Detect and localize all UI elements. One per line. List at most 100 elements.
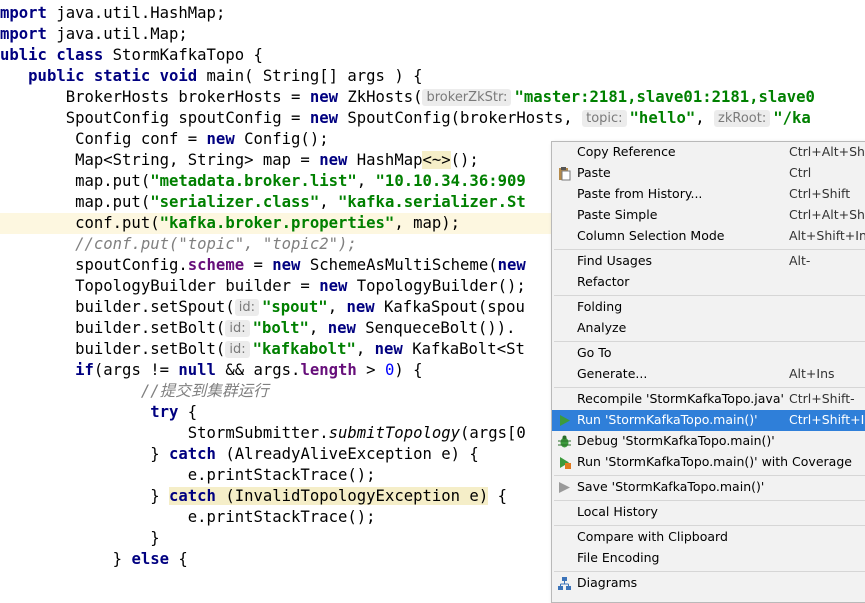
code-line[interactable]: if(args != null && args.length > 0) { — [0, 360, 422, 381]
menu-item-folding[interactable]: Folding — [552, 297, 865, 318]
code-token: "bolt" — [252, 319, 309, 337]
code-token: catch — [169, 445, 216, 463]
code-line[interactable]: //conf.put("topic", "topic2"); — [0, 234, 357, 255]
menu-item-refactor[interactable]: Refactor — [552, 272, 865, 293]
code-token: "kafka.serializer.St — [338, 193, 526, 211]
code-line[interactable]: e.printStackTrace(); — [0, 465, 376, 486]
menu-item-find-usages[interactable]: Find Usages Alt- — [552, 251, 865, 272]
code-line[interactable]: conf.put("kafka.broker.properties", map)… — [0, 213, 460, 234]
menu-item-label: Folding — [577, 299, 623, 314]
code-line[interactable]: TopologyBuilder builder = new TopologyBu… — [0, 276, 526, 297]
code-token: new — [272, 256, 301, 274]
code-token: main( String[] args ) { — [197, 67, 423, 85]
code-line[interactable]: try { — [0, 402, 197, 423]
code-token: "metadata.broker.list" — [150, 172, 357, 190]
code-token: map.put( — [0, 193, 151, 211]
code-line[interactable]: public static void main( String[] args )… — [0, 66, 423, 87]
code-line[interactable]: builder.setSpout(id: "spout", new KafkaSp… — [0, 297, 525, 318]
code-token: SchemeAsMultiScheme( — [300, 256, 498, 274]
code-token: StormSubmitter. — [0, 424, 329, 442]
menu-item-paste[interactable]: Paste Ctrl — [552, 163, 865, 184]
code-token: new — [319, 151, 348, 169]
code-line[interactable]: spoutConfig.scheme = new SchemeAsMultiSc… — [0, 255, 526, 276]
code-line[interactable]: map.put("serializer.class", "kafka.seria… — [0, 192, 526, 213]
menu-item-compare-with-clipboard[interactable]: Compare with Clipboard — [552, 527, 865, 548]
code-line[interactable]: mport java.util.HashMap; — [0, 3, 225, 24]
menu-separator — [554, 500, 865, 501]
code-token: , — [695, 109, 715, 127]
code-line[interactable]: builder.setBolt(id: "kafkabolt", new Kafk… — [0, 339, 525, 360]
menu-item-column-selection-mode[interactable]: Column Selection Mode Alt+Shift+Ins — [552, 226, 865, 247]
code-line[interactable]: //提交到集群运行 — [0, 381, 269, 402]
code-line[interactable]: BrokerHosts brokerHosts = new ZkHosts(br… — [0, 87, 815, 108]
code-line[interactable]: e.printStackTrace(); — [0, 507, 376, 528]
code-token: new — [309, 109, 338, 127]
code-token: } — [0, 445, 169, 463]
code-token: , map); — [394, 214, 461, 232]
menu-item-debug-stormkafkatopo-main[interactable]: Debug 'StormKafkaTopo.main()' — [552, 431, 865, 452]
code-token: new — [206, 130, 235, 148]
menu-separator — [554, 387, 865, 388]
code-token: length — [300, 361, 357, 379]
code-line[interactable]: } catch (InvalidTopologyException e) { — [0, 486, 507, 507]
code-token: "kafkabolt" — [252, 340, 356, 358]
parameter-hint: id: — [225, 320, 250, 337]
code-token: new — [309, 88, 338, 106]
menu-item-save-stormkafkatopo-main[interactable]: Save 'StormKafkaTopo.main()' — [552, 477, 865, 498]
menu-item-diagrams[interactable]: Diagrams — [552, 573, 865, 594]
code-token: submitTopology — [328, 424, 461, 442]
menu-item-analyze[interactable]: Analyze — [552, 318, 865, 339]
code-token: > — [356, 361, 385, 379]
code-token: } — [0, 550, 132, 568]
code-token: ublic class — [0, 46, 104, 64]
code-line[interactable]: StormSubmitter.submitTopology(args[0 — [0, 423, 526, 444]
menu-item-shortcut: Alt+Ins — [789, 366, 835, 381]
menu-item-label: Run 'StormKafkaTopo.main()' with Coverag… — [577, 454, 852, 469]
code-line[interactable]: mport java.util.Map; — [0, 24, 188, 45]
menu-item-paste-simple[interactable]: Paste Simple Ctrl+Alt+Shift — [552, 205, 865, 226]
menu-item-local-history[interactable]: Local History — [552, 502, 865, 523]
code-token: catch — [169, 487, 216, 505]
menu-item-generate[interactable]: Generate... Alt+Ins — [552, 364, 865, 385]
menu-item-label: Diagrams — [577, 575, 638, 590]
menu-item-copy-reference[interactable]: Copy Reference Ctrl+Alt+Shift — [552, 142, 865, 163]
code-token: (AlreadyAliveException e) { — [215, 445, 479, 463]
code-token: java.util.Map; — [46, 25, 188, 43]
menu-item-paste-from-history[interactable]: Paste from History... Ctrl+Shift — [552, 184, 865, 205]
code-token: spoutConfig. — [0, 256, 188, 274]
menu-separator — [554, 571, 865, 572]
code-token: mport — [0, 25, 47, 43]
menu-item-run-stormkafkatopo-main[interactable]: Run 'StormKafkaTopo.main()' Ctrl+Shift+I — [552, 410, 865, 431]
code-line[interactable]: Map<String, String> map = new HashMap<~>… — [0, 150, 479, 171]
code-line[interactable]: } — [0, 528, 159, 549]
code-line[interactable]: } catch (AlreadyAliveException e) { — [0, 444, 479, 465]
menu-item-run-stormkafkatopo-main-with-coverage[interactable]: Run 'StormKafkaTopo.main()' with Coverag… — [552, 452, 865, 473]
menu-item-recompile-stormkafkatopo-java[interactable]: Recompile 'StormKafkaTopo.java' Ctrl+Shif… — [552, 389, 865, 410]
coverage-icon — [557, 455, 572, 470]
code-line[interactable]: } else { — [0, 549, 188, 570]
menu-separator — [554, 475, 865, 476]
code-token: } — [0, 487, 169, 505]
code-token: (args[0 — [460, 424, 526, 442]
run-icon — [557, 413, 572, 428]
code-token: Map<String, String> map = — [0, 151, 320, 169]
code-line[interactable]: ublic class StormKafkaTopo { — [0, 45, 263, 66]
code-line[interactable]: Config conf = new Config(); — [0, 129, 329, 150]
code-token: "10.10.34.36:909 — [375, 172, 526, 190]
code-token: null — [178, 361, 216, 379]
menu-separator — [554, 525, 865, 526]
code-token: "spout" — [261, 298, 328, 316]
code-token: , — [327, 298, 347, 316]
menu-item-shortcut: Ctrl+Alt+Shift — [789, 207, 865, 222]
menu-item-label: Refactor — [577, 274, 630, 289]
menu-item-file-encoding[interactable]: File Encoding — [552, 548, 865, 569]
code-line[interactable]: map.put("metadata.broker.list", "10.10.3… — [0, 171, 526, 192]
menu-item-go-to[interactable]: Go To — [552, 343, 865, 364]
code-token: "/ka — [773, 109, 811, 127]
code-line[interactable]: SpoutConfig spoutConfig = new SpoutConfi… — [0, 108, 811, 129]
code-line[interactable]: builder.setBolt(id: "bolt", new SenqueceB… — [0, 318, 515, 339]
code-token: (args != — [93, 361, 179, 379]
